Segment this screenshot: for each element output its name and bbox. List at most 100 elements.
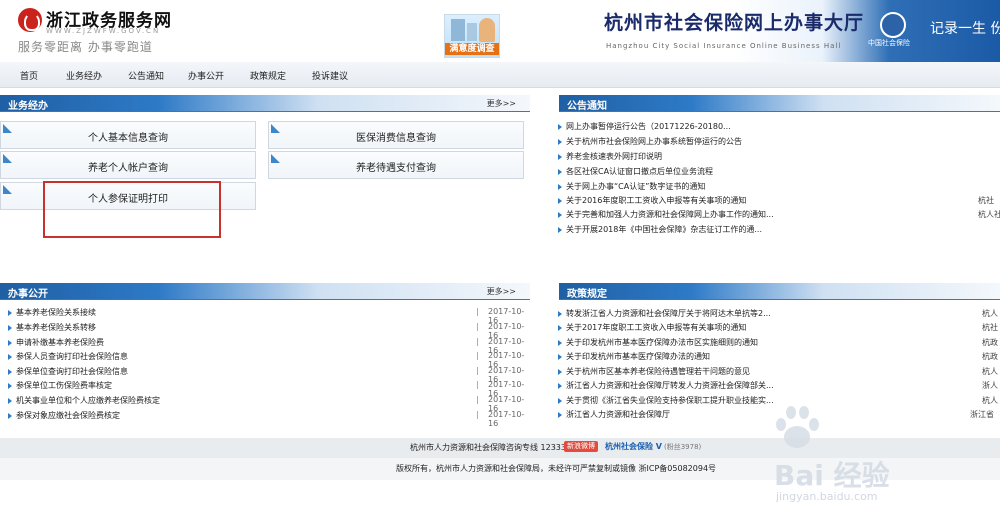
row-separator: | bbox=[476, 351, 479, 360]
policy-item[interactable]: 关于印发杭州市基本医疗保障办法的通知 bbox=[558, 351, 710, 362]
disclosure-row[interactable]: 机关事业单位和个人应缴养老保险费核定 | 2017-10-16 bbox=[8, 393, 528, 413]
divider bbox=[559, 299, 1000, 300]
divider bbox=[0, 111, 530, 112]
baidu-paw-icon bbox=[772, 404, 822, 454]
disclosure-row[interactable]: 参保单位工伤保险费率核定 | 2017-10-16 bbox=[8, 378, 528, 398]
policy-section-header: 政策规定 bbox=[559, 283, 1000, 300]
notice-item[interactable]: 养老金核速表外网打印说明 bbox=[558, 151, 662, 162]
policy-item[interactable]: 转发浙江省人力资源和社会保障厅关于将阿达木单抗等2... bbox=[558, 308, 771, 319]
banner-subtitle: Hangzhou City Social Insurance Online Bu… bbox=[606, 42, 842, 50]
service-label: 养老个人帐户查询 bbox=[88, 163, 168, 174]
highlight-box bbox=[43, 181, 221, 238]
policy-item[interactable]: 浙江省人力资源和社会保障厅转发人力资源社会保障部关... bbox=[558, 380, 774, 391]
disclosure-section-title: 办事公开 bbox=[8, 289, 48, 300]
row-separator: | bbox=[476, 395, 479, 404]
disclosure-row[interactable]: 基本养老保险关系转移 | 2017-10-16 bbox=[8, 320, 528, 340]
notice-item[interactable]: 关于2016年度职工工资收入申报等有关事项的通知 bbox=[557, 195, 746, 206]
service-pension-account[interactable]: 养老个人帐户查询 bbox=[0, 151, 256, 179]
disclosure-more-link[interactable]: 更多>> bbox=[487, 286, 516, 297]
footer-copyright: 版权所有，杭州市人力资源和社会保障局，未经许可严禁复制或镜像 浙ICP备0508… bbox=[396, 464, 717, 473]
zjzwfw-logo-icon[interactable] bbox=[18, 8, 42, 32]
weibo-icon[interactable]: 新浪微博 bbox=[564, 441, 598, 452]
notices-section-title: 公告通知 bbox=[567, 101, 607, 112]
row-separator: | bbox=[476, 410, 479, 419]
notice-item[interactable]: 各区社保CA认证窗口撤点后单位业务流程 bbox=[557, 166, 713, 177]
notices-section-header: 公告通知 bbox=[559, 95, 1000, 112]
building-icon bbox=[451, 19, 465, 41]
service-personal-info[interactable]: 个人基本信息查询 bbox=[0, 121, 256, 149]
service-label: 个人基本信息查询 bbox=[88, 133, 168, 144]
row-separator: | bbox=[476, 380, 479, 389]
disclosure-row[interactable]: 参保单位查询打印社会保险信息 | 2017-10-16 bbox=[8, 364, 528, 384]
nav-complaints[interactable]: 投诉建议 bbox=[312, 69, 348, 82]
social-insurance-logo-icon bbox=[880, 12, 906, 38]
survey-label: 满意度调查 bbox=[445, 43, 499, 55]
row-title: 参保单位工伤保险费率核定 bbox=[8, 381, 112, 390]
satisfaction-survey-badge[interactable]: 满意度调查 bbox=[444, 14, 500, 58]
notice-item[interactable]: 关于网上办事“CA认证”数字证书的通知 bbox=[557, 181, 705, 192]
policy-source: 杭政 bbox=[982, 338, 998, 347]
policy-section-title: 政策规定 bbox=[567, 289, 607, 300]
row-title: 参保单位查询打印社会保险信息 bbox=[8, 367, 128, 376]
policy-source: 杭人 bbox=[982, 396, 998, 405]
header: 浙江政务服务网 WWW.ZJZWFW.GOV.CN 服务零距离 办事零跑道 满意… bbox=[0, 0, 1000, 62]
watermark-url: jingyan.baidu.com bbox=[776, 490, 878, 503]
policy-item[interactable]: 关于杭州市区基本养老保险待遇管理若干问题的意见 bbox=[558, 366, 750, 377]
service-medical-consumption[interactable]: 医保消费信息查询 bbox=[268, 121, 524, 149]
watermark-text: Bai 经验 bbox=[774, 459, 890, 492]
building-icon bbox=[467, 23, 477, 41]
row-separator: | bbox=[476, 337, 479, 346]
notice-source: 杭人社 bbox=[978, 210, 1000, 219]
banner-title: 杭州市社会保险网上办事大厅 bbox=[604, 12, 865, 34]
policy-item[interactable]: 浙江省人力资源和社会保障厅 bbox=[558, 409, 670, 420]
business-section-header: 业务经办 更多>> bbox=[0, 95, 530, 112]
row-title: 参保对象应缴社会保险费核定 bbox=[8, 411, 120, 420]
policy-source: 杭人 bbox=[982, 367, 998, 376]
disclosure-row[interactable]: 参保对象应缴社会保险费核定 | 2017-10-16 bbox=[8, 408, 528, 428]
policy-source: 杭政 bbox=[982, 352, 998, 361]
row-title: 机关事业单位和个人应缴养老保险费核定 bbox=[8, 396, 160, 405]
disclosure-row[interactable]: 申请补缴基本养老保险费 | 2017-10-16 bbox=[8, 335, 528, 355]
policy-item[interactable]: 关于印发杭州市基本医疗保障办法市区实施细则的通知 bbox=[558, 337, 758, 348]
nav-policy[interactable]: 政策规定 bbox=[250, 69, 286, 82]
nav-business[interactable]: 业务经办 bbox=[66, 69, 102, 82]
baidu-jingyan-watermark: Bai 经验 jingyan.baidu.com bbox=[772, 398, 982, 508]
banner-slogan: 记录一生 份 bbox=[930, 21, 1000, 37]
nav-disclosure[interactable]: 办事公开 bbox=[188, 69, 224, 82]
row-separator: | bbox=[476, 366, 479, 375]
social-insurance-logo-text: 中国社会保险 bbox=[868, 39, 910, 47]
person-icon bbox=[479, 18, 495, 42]
policy-item[interactable]: 关于2017年度职工工资收入申报等有关事项的通知 bbox=[557, 322, 746, 333]
disclosure-row[interactable]: 参保人员查询打印社会保险信息 | 2017-10-16 bbox=[8, 349, 528, 369]
disclosure-row[interactable]: 基本养老保险关系接续 | 2017-10-16 bbox=[8, 305, 528, 325]
page: 浙江政务服务网 WWW.ZJZWFW.GOV.CN 服务零距离 办事零跑道 满意… bbox=[0, 0, 1000, 511]
site-slogan: 服务零距离 办事零跑道 bbox=[18, 40, 153, 54]
notice-item[interactable]: 关于开展2018年《中国社会保障》杂志征订工作的通... bbox=[558, 224, 762, 235]
footer-fans-count: (粉丝3978) bbox=[664, 443, 702, 451]
notice-item[interactable]: 网上办事暂停运行公告（20171226-20180... bbox=[558, 121, 731, 132]
service-label: 养老待遇支付查询 bbox=[356, 163, 436, 174]
main-nav: 首页 业务经办 公告通知 办事公开 政策规定 投诉建议 bbox=[0, 62, 1000, 88]
notice-item[interactable]: 关于杭州市社会保险网上办事系统暂停运行的公告 bbox=[558, 136, 742, 147]
row-title: 参保人员查询打印社会保险信息 bbox=[8, 352, 128, 361]
footer-weibo-account[interactable]: 杭州社会保险 V bbox=[605, 441, 662, 452]
disclosure-section-header: 办事公开 更多>> bbox=[0, 283, 530, 300]
business-more-link[interactable]: 更多>> bbox=[487, 98, 516, 109]
policy-source: 杭人 bbox=[982, 309, 998, 318]
notice-item[interactable]: 关于完善和加强人力资源和社会保障网上办事工作的通知... bbox=[558, 209, 774, 220]
service-pension-payment[interactable]: 养老待遇支付查询 bbox=[268, 151, 524, 179]
footer-hotline: 杭州市人力资源和社会保障咨询专线 12333 | bbox=[410, 443, 572, 452]
nav-notices[interactable]: 公告通知 bbox=[128, 69, 164, 82]
policy-source: 杭社 bbox=[982, 323, 998, 332]
nav-home[interactable]: 首页 bbox=[20, 69, 38, 82]
row-title: 申请补缴基本养老保险费 bbox=[8, 338, 104, 347]
policy-item[interactable]: 关于贯彻《浙江省失业保险支持参保职工提升职业技能实... bbox=[558, 395, 774, 406]
row-title: 基本养老保险关系接续 bbox=[8, 308, 96, 317]
notice-source: 杭社 bbox=[978, 196, 994, 205]
service-label: 医保消费信息查询 bbox=[356, 133, 436, 144]
divider bbox=[0, 299, 530, 300]
divider bbox=[559, 111, 1000, 112]
row-title: 基本养老保险关系转移 bbox=[8, 323, 96, 332]
row-date: 2017-10-16 bbox=[488, 410, 525, 428]
site-logo-url: WWW.ZJZWFW.GOV.CN bbox=[46, 27, 161, 35]
